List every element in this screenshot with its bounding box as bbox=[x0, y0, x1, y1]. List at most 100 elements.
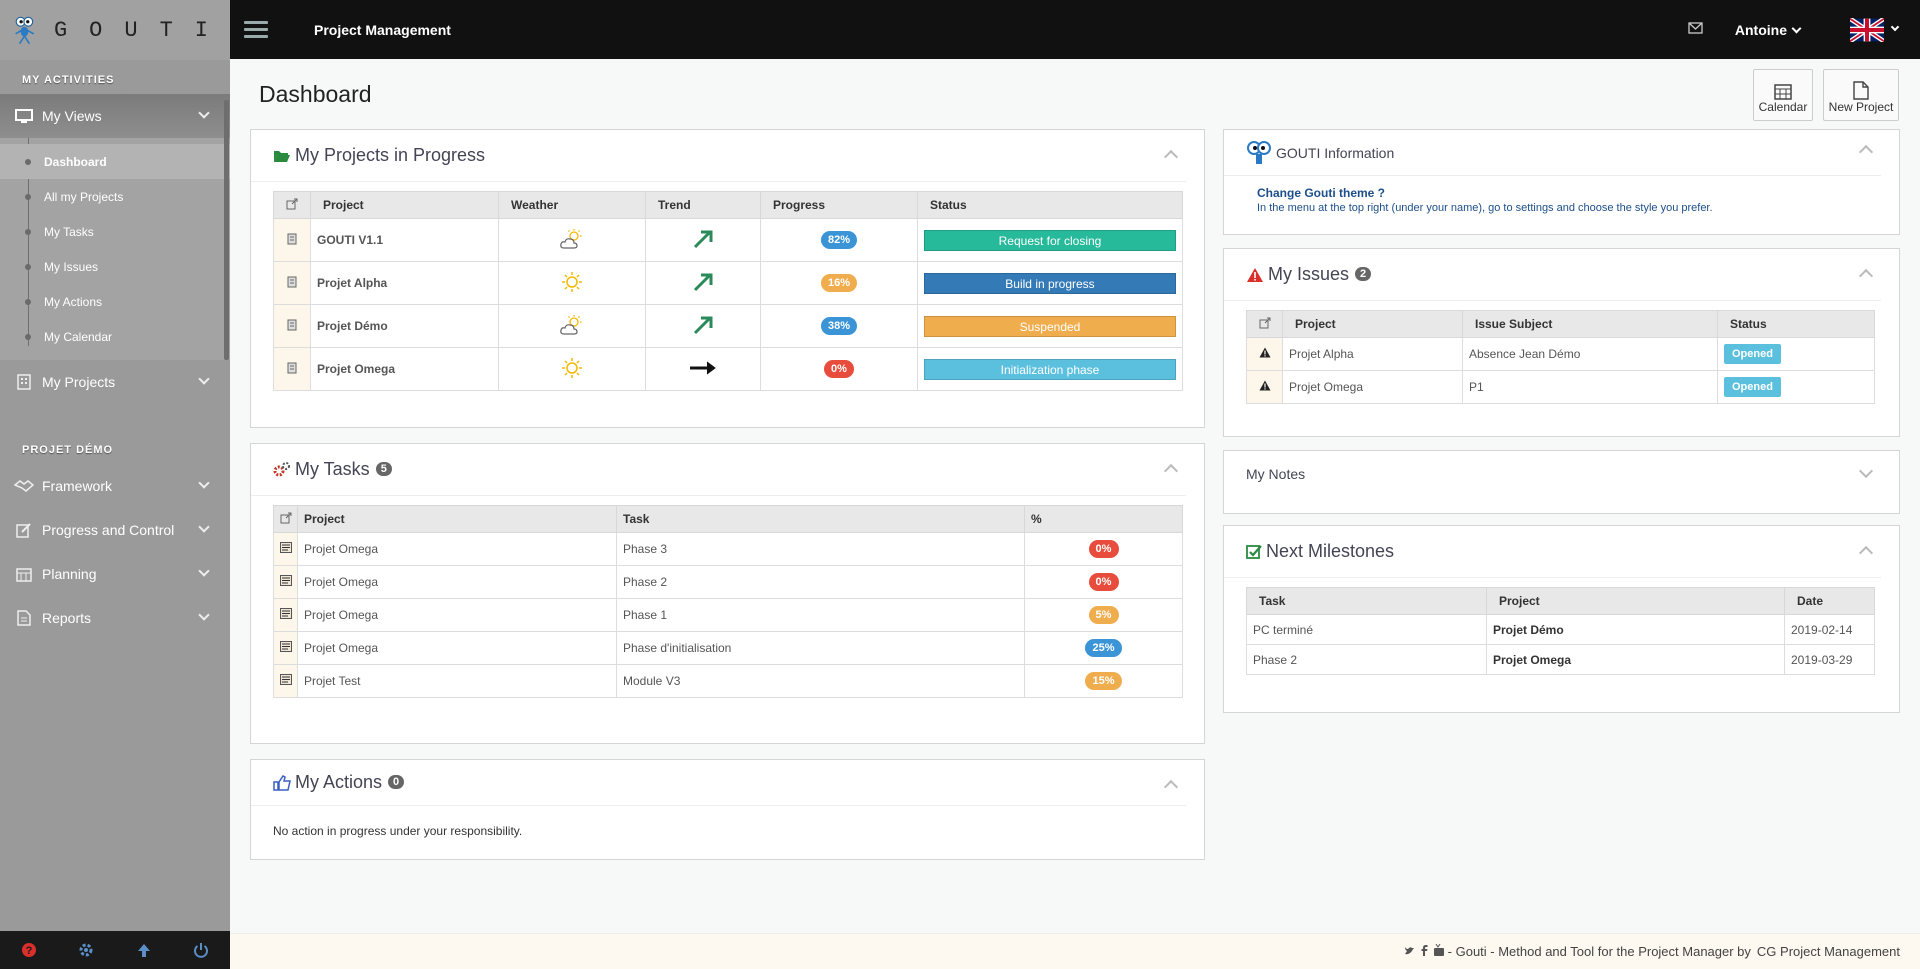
help-icon[interactable]: ? bbox=[21, 942, 37, 958]
page-title: Dashboard bbox=[259, 81, 372, 107]
menu-framework[interactable]: Framework bbox=[0, 464, 230, 508]
task-project[interactable]: Projet Test bbox=[297, 664, 617, 698]
percent-cell: 5% bbox=[1024, 598, 1183, 632]
task-list-icon[interactable] bbox=[273, 598, 298, 632]
menu-reports[interactable]: Reports bbox=[0, 596, 230, 640]
new-project-button[interactable]: New Project bbox=[1823, 69, 1899, 121]
task-project[interactable]: Projet Omega bbox=[297, 631, 617, 665]
task-name[interactable]: Phase 1 bbox=[616, 598, 1025, 632]
table-row[interactable]: GOUTI V1.1 82% Request for closing bbox=[273, 218, 1183, 262]
collapse-chevron-up-icon[interactable] bbox=[1163, 779, 1179, 795]
hamburger-menu-icon[interactable] bbox=[244, 17, 268, 42]
table-row[interactable]: Projet Alpha Absence Jean Démo Opened bbox=[1246, 337, 1875, 371]
progress-badge: 0% bbox=[824, 360, 854, 378]
menu-my-projects[interactable]: My Projects bbox=[0, 360, 230, 404]
calendar-button[interactable]: Calendar bbox=[1753, 69, 1813, 121]
twitter-icon[interactable] bbox=[1404, 944, 1415, 959]
percent-badge: 0% bbox=[1088, 573, 1119, 591]
table-row[interactable]: PC terminé Projet Démo 2019-02-14 bbox=[1246, 614, 1875, 645]
task-list-icon[interactable] bbox=[273, 565, 298, 599]
sub-item-all-projects[interactable]: All my Projects bbox=[0, 179, 230, 214]
panel-header: My Tasks 5 bbox=[251, 444, 1186, 496]
table-row[interactable]: Projet Alpha 16% Build in progress bbox=[273, 261, 1183, 305]
sidebar-scrollbar[interactable] bbox=[224, 100, 229, 360]
issue-subject[interactable]: Absence Jean Démo bbox=[1462, 337, 1718, 371]
col-task: Task bbox=[1246, 587, 1487, 615]
panel-title: My Actions bbox=[295, 772, 383, 792]
table-row[interactable]: Projet Omega Phase 2 0% bbox=[273, 565, 1183, 599]
arrow-up-icon[interactable] bbox=[136, 942, 152, 958]
issue-project[interactable]: Projet Omega bbox=[1282, 370, 1463, 404]
task-list-icon[interactable] bbox=[273, 664, 298, 698]
envelope-icon[interactable] bbox=[1688, 22, 1703, 37]
row-icon[interactable] bbox=[273, 218, 311, 262]
task-name[interactable]: Phase d'initialisation bbox=[616, 631, 1025, 665]
table-row[interactable]: Projet Omega Phase 3 0% bbox=[273, 532, 1183, 566]
chevron-down-icon bbox=[1890, 22, 1900, 31]
project-name[interactable]: Projet Démo bbox=[310, 304, 499, 348]
table-row[interactable]: Projet Omega P1 Opened bbox=[1246, 370, 1875, 404]
task-list-icon[interactable] bbox=[273, 532, 298, 566]
sub-item-dashboard[interactable]: Dashboard bbox=[0, 144, 230, 179]
external-link-icon[interactable] bbox=[1246, 310, 1283, 338]
project-name[interactable]: Projet Alpha bbox=[310, 261, 499, 305]
task-name[interactable]: Phase 3 bbox=[616, 532, 1025, 566]
collapse-chevron-up-icon[interactable] bbox=[1163, 463, 1179, 479]
menu-progress-control[interactable]: Progress and Control bbox=[0, 508, 230, 552]
sub-item-my-actions[interactable]: My Actions bbox=[0, 284, 230, 319]
table-row[interactable]: Phase 2 Projet Omega 2019-03-29 bbox=[1246, 644, 1875, 675]
external-link-icon[interactable] bbox=[273, 505, 298, 533]
actions-panel: My Actions 0 No action in progress under… bbox=[250, 759, 1205, 860]
row-icon[interactable] bbox=[273, 261, 311, 305]
project-name[interactable]: Projet Omega bbox=[310, 347, 499, 391]
milestone-project[interactable]: Projet Démo bbox=[1486, 614, 1785, 645]
col-issue-subject: Issue Subject bbox=[1462, 310, 1718, 338]
task-name[interactable]: Phase 2 bbox=[616, 565, 1025, 599]
panel-header: Next Milestones bbox=[1224, 526, 1881, 578]
menu-my-views[interactable]: My Views bbox=[0, 94, 230, 138]
panel-title: My Issues bbox=[1268, 264, 1350, 284]
milestone-task: PC terminé bbox=[1246, 614, 1487, 645]
milestone-date: 2019-02-14 bbox=[1784, 614, 1875, 645]
task-project[interactable]: Projet Omega bbox=[297, 598, 617, 632]
table-row[interactable]: Projet Test Module V3 15% bbox=[273, 664, 1183, 698]
facebook-icon[interactable] bbox=[1421, 944, 1428, 959]
table-row[interactable]: Projet Omega 0% Initialization phase bbox=[273, 347, 1183, 391]
milestone-project[interactable]: Projet Omega bbox=[1486, 644, 1785, 675]
collapse-chevron-up-icon[interactable] bbox=[1858, 545, 1874, 561]
menu-planning[interactable]: Planning bbox=[0, 552, 230, 596]
power-icon[interactable] bbox=[193, 942, 209, 958]
project-name[interactable]: GOUTI V1.1 bbox=[310, 218, 499, 262]
col-project: Project bbox=[1486, 587, 1785, 615]
tasks-count-badge: 5 bbox=[375, 461, 392, 476]
task-project[interactable]: Projet Omega bbox=[297, 532, 617, 566]
row-icon[interactable] bbox=[273, 304, 311, 348]
user-menu[interactable]: Antoine bbox=[1735, 22, 1800, 38]
collapse-chevron-up-icon[interactable] bbox=[1858, 144, 1874, 160]
sub-item-my-tasks[interactable]: My Tasks bbox=[0, 214, 230, 249]
task-name[interactable]: Module V3 bbox=[616, 664, 1025, 698]
language-selector[interactable] bbox=[1850, 17, 1900, 42]
progress-cell: 0% bbox=[760, 347, 918, 391]
projects-panel: My Projects in Progress Project Weather … bbox=[250, 129, 1205, 428]
projects-table: Project Weather Trend Progress Status GO… bbox=[273, 191, 1183, 391]
task-list-icon[interactable] bbox=[273, 631, 298, 665]
status-cell: Initialization phase bbox=[917, 347, 1183, 391]
sub-item-my-calendar[interactable]: My Calendar bbox=[0, 319, 230, 354]
sub-item-my-issues[interactable]: My Issues bbox=[0, 249, 230, 284]
table-row[interactable]: Projet Omega Phase 1 5% bbox=[273, 598, 1183, 632]
task-project[interactable]: Projet Omega bbox=[297, 565, 617, 599]
issue-project[interactable]: Projet Alpha bbox=[1282, 337, 1463, 371]
youtube-icon[interactable] bbox=[1433, 943, 1444, 959]
table-row[interactable]: Projet Omega Phase d'initialisation 25% bbox=[273, 631, 1183, 665]
issue-subject[interactable]: P1 bbox=[1462, 370, 1718, 404]
table-row[interactable]: Projet Démo 38% Suspended bbox=[273, 304, 1183, 348]
logo[interactable]: GOUTI bbox=[0, 0, 230, 60]
gear-icon[interactable] bbox=[78, 942, 94, 958]
footer-company-link[interactable]: CG Project Management bbox=[1757, 944, 1900, 959]
external-link-icon[interactable] bbox=[273, 191, 311, 219]
row-icon[interactable] bbox=[273, 347, 311, 391]
collapse-chevron-up-icon[interactable] bbox=[1163, 149, 1179, 165]
expand-chevron-down-icon[interactable] bbox=[1858, 463, 1874, 479]
collapse-chevron-up-icon[interactable] bbox=[1858, 268, 1874, 284]
